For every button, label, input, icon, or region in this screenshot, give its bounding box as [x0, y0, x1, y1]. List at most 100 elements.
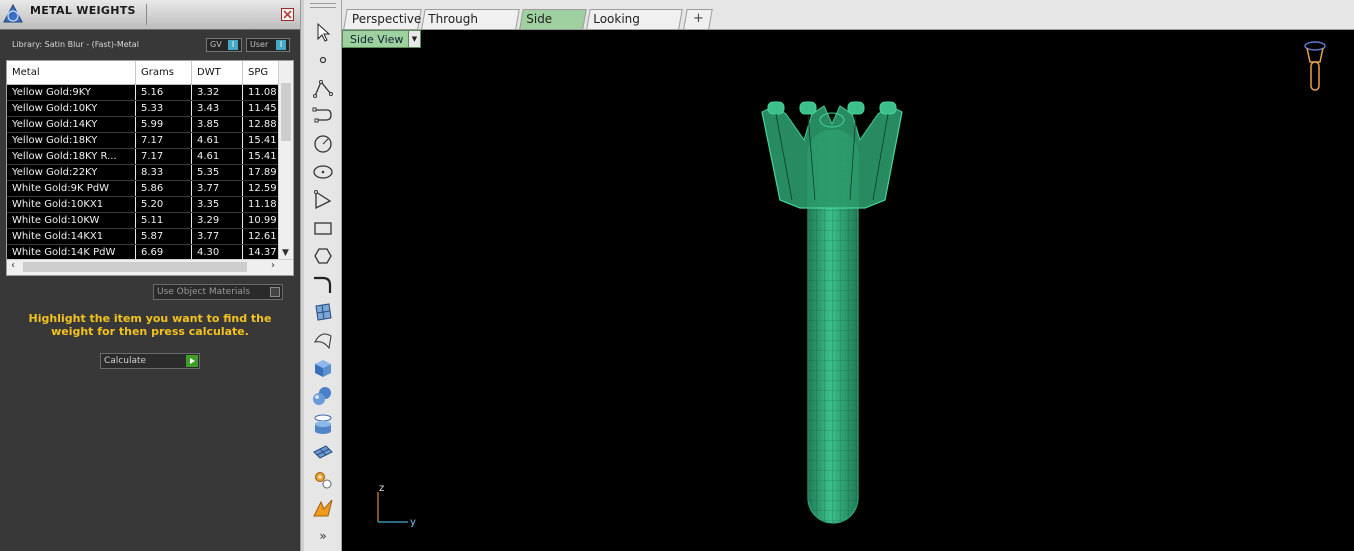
- checkbox-icon[interactable]: [270, 287, 280, 297]
- polygon-curve-icon[interactable]: [311, 188, 335, 212]
- rectangle-icon[interactable]: [311, 216, 335, 240]
- box-icon[interactable]: [311, 356, 335, 380]
- user-toggle[interactable]: User I: [246, 38, 290, 52]
- dwt-cell: 5.35: [192, 165, 243, 180]
- column-header-dwt[interactable]: DWT: [192, 61, 243, 84]
- use-object-materials-label: Use Object Materials: [157, 287, 251, 297]
- panel-title: METAL WEIGHTS: [30, 4, 136, 17]
- table-body: Yellow Gold:9KY 5.16 3.32 11.08 Yellow Gold…: [7, 85, 279, 261]
- metal-cell: Yellow Gold:10KY: [7, 101, 136, 116]
- grams-cell: 8.33: [136, 165, 192, 180]
- toolbar-more-button[interactable]: »: [311, 526, 335, 550]
- tab-perspective[interactable]: Perspective: [343, 9, 422, 29]
- table-row[interactable]: Yellow Gold:22KY 8.33 5.35 17.89: [7, 165, 279, 181]
- spg-cell: 14.37: [248, 247, 277, 258]
- select-arrow-icon[interactable]: [311, 20, 335, 44]
- horizontal-scroll-thumb[interactable]: [23, 262, 247, 272]
- metal-table: Metal Grams DWT SPG Yellow Gold:9KY 5.16 3…: [6, 60, 294, 276]
- tab-side-view[interactable]: Side View: [519, 9, 587, 45]
- scroll-left-icon[interactable]: ‹: [11, 260, 15, 271]
- table-row[interactable]: White Gold:9K PdW 5.86 3.77 12.59: [7, 181, 279, 197]
- grams-cell: 6.69: [136, 245, 192, 260]
- scroll-right-icon[interactable]: ›: [271, 260, 275, 271]
- spg-cell: 11.08: [248, 87, 277, 98]
- dwt-cell: 3.43: [192, 101, 243, 116]
- close-icon[interactable]: [281, 8, 294, 21]
- use-object-materials-checkbox[interactable]: Use Object Materials: [153, 284, 283, 300]
- spg-cell: 12.59: [248, 183, 277, 194]
- dropdown-arrow-icon[interactable]: ▼: [408, 31, 420, 47]
- toolbar-grip[interactable]: [310, 3, 336, 8]
- grams-cell: 5.86: [136, 181, 192, 196]
- gv-toggle-label: GV: [210, 40, 222, 49]
- calculate-label: Calculate: [104, 356, 147, 366]
- axis-y-label: y: [410, 517, 416, 528]
- table-row[interactable]: White Gold:10KX1 5.20 3.35 11.18: [7, 197, 279, 213]
- modeling-toolbar: »: [304, 0, 342, 551]
- gv-toggle-knob: I: [228, 40, 238, 50]
- table-row[interactable]: Yellow Gold:18KY 7.17 4.61 15.41: [7, 133, 279, 149]
- grams-cell: 5.11: [136, 213, 192, 228]
- vertical-scroll-thumb[interactable]: [281, 83, 291, 141]
- metal-cell: Yellow Gold:22KY: [7, 165, 136, 180]
- point-icon[interactable]: [311, 48, 335, 72]
- dwt-cell: 3.35: [192, 197, 243, 212]
- sphere-icon[interactable]: [311, 384, 335, 408]
- table-header: Metal Grams DWT SPG: [7, 61, 279, 85]
- dwt-cell: 3.29: [192, 213, 243, 228]
- gears-icon[interactable]: [311, 468, 335, 492]
- 3d-viewport[interactable]: Side View ▼ z y: [342, 30, 1354, 551]
- tab-looking-down[interactable]: Looking Down: [586, 9, 683, 45]
- spg-cell: 15.41: [248, 135, 277, 146]
- metal-cell: Yellow Gold:18KY R...: [7, 149, 136, 164]
- table-row[interactable]: White Gold:10KW 5.11 3.29 10.99: [7, 213, 279, 229]
- ellipse-icon[interactable]: [311, 160, 335, 184]
- sweep-icon[interactable]: [311, 328, 335, 352]
- tab-perspective-label: Perspective: [351, 12, 422, 26]
- ring-model-wireframe[interactable]: [760, 100, 905, 530]
- curve-icon[interactable]: [311, 104, 335, 128]
- circle-icon[interactable]: [311, 132, 335, 156]
- fillet-icon[interactable]: [311, 272, 335, 296]
- spg-cell: 11.18: [248, 199, 277, 210]
- scroll-down-icon[interactable]: ▼: [282, 248, 289, 258]
- cylinder-icon[interactable]: [311, 412, 335, 436]
- ring-orientation-icon[interactable]: [1302, 40, 1328, 96]
- column-header-spg[interactable]: SPG: [243, 61, 279, 84]
- column-header-metal[interactable]: Metal: [7, 61, 136, 84]
- user-toggle-label: User: [250, 40, 269, 49]
- table-row[interactable]: Yellow Gold:9KY 5.16 3.32 11.08: [7, 85, 279, 101]
- tab-through-finger[interactable]: Through Finger: [421, 9, 520, 45]
- dwt-cell: 4.30: [192, 245, 243, 260]
- mesh-icon[interactable]: [311, 440, 335, 464]
- table-row[interactable]: Yellow Gold:10KY 5.33 3.43 11.45: [7, 101, 279, 117]
- axis-z-label: z: [379, 483, 384, 494]
- axis-indicator: z y: [377, 483, 416, 528]
- grams-cell: 7.17: [136, 149, 192, 164]
- library-label: Library: Satin Blur - (Fast)-Metal: [12, 40, 139, 49]
- table-row[interactable]: Yellow Gold:18KY R... 7.17 4.61 15.41: [7, 149, 279, 165]
- table-horizontal-scrollbar[interactable]: ‹ ›: [7, 259, 293, 275]
- spg-cell: 17.89: [248, 167, 277, 178]
- play-arrow-icon[interactable]: [186, 355, 198, 367]
- column-header-grams[interactable]: Grams: [136, 61, 192, 84]
- spg-cell: 12.61: [248, 231, 277, 242]
- panel-header: METAL WEIGHTS: [0, 0, 300, 30]
- table-row[interactable]: White Gold:14KX1 5.87 3.77 12.61: [7, 229, 279, 245]
- polyline-icon[interactable]: [311, 76, 335, 100]
- grams-cell: 5.87: [136, 229, 192, 244]
- flag-icon[interactable]: [311, 496, 335, 520]
- surface-icon[interactable]: [311, 300, 335, 324]
- view-selector-label: Side View: [350, 33, 404, 46]
- dwt-cell: 4.61: [192, 149, 243, 164]
- gv-toggle[interactable]: GV I: [206, 38, 242, 52]
- spg-cell: 12.88: [248, 119, 277, 130]
- grams-cell: 5.16: [136, 85, 192, 100]
- table-vertical-scrollbar[interactable]: ▼: [278, 61, 293, 260]
- hexagon-icon[interactable]: [311, 244, 335, 268]
- table-row[interactable]: Yellow Gold:14KY 5.99 3.85 12.88: [7, 117, 279, 133]
- add-tab-button[interactable]: +: [683, 9, 713, 29]
- view-selector-dropdown[interactable]: Side View ▼: [342, 30, 421, 48]
- calculate-button[interactable]: Calculate: [100, 353, 200, 369]
- metal-cell: White Gold:10KX1: [7, 197, 136, 212]
